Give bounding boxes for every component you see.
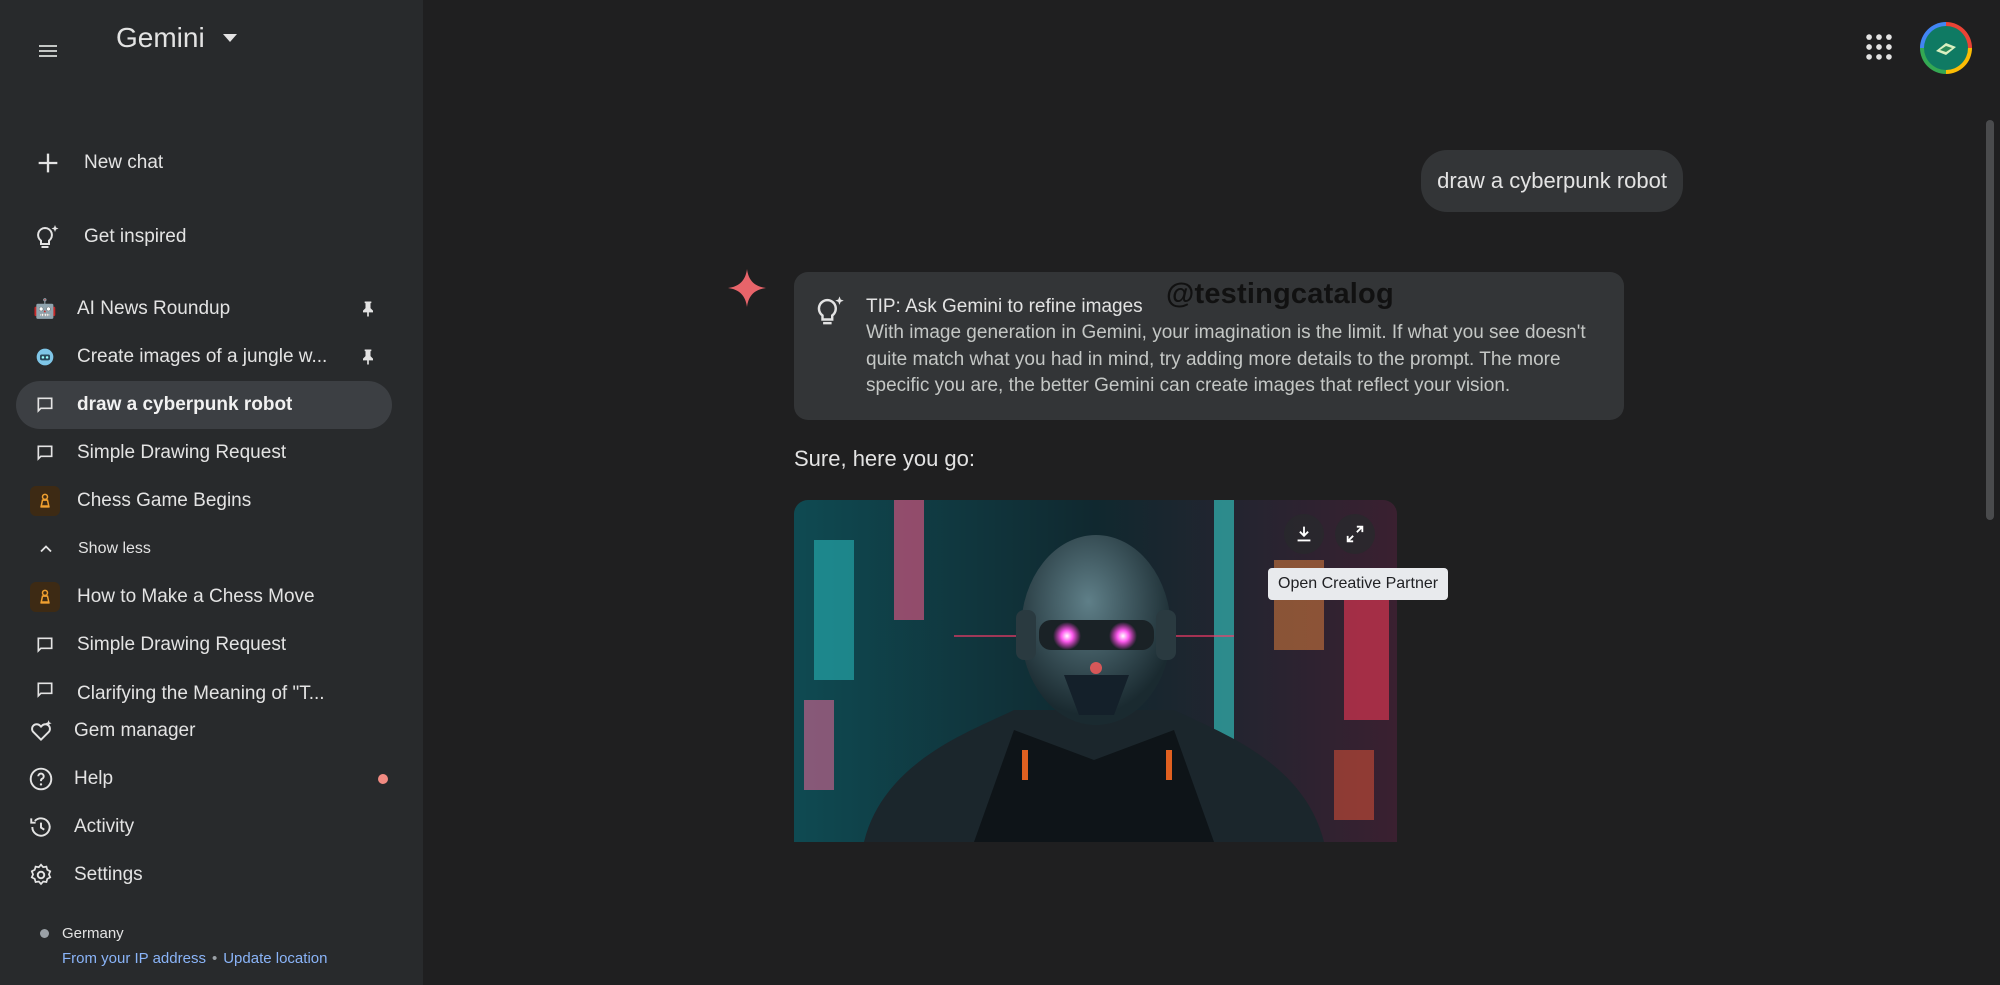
- chat-icon: [30, 675, 60, 705]
- lightbulb-sparkle-icon: [817, 296, 844, 325]
- main-menu-button[interactable]: [28, 34, 68, 68]
- app-title: Gemini: [116, 22, 205, 53]
- recent-chat-label: Chess Game Begins: [77, 490, 252, 511]
- recent-chat-item[interactable]: Create images of a jungle w...: [16, 333, 392, 381]
- tooltip: Open Creative Partner: [1268, 568, 1449, 600]
- expand-image-button[interactable]: [1335, 514, 1375, 554]
- recent-chat-item[interactable]: Clarifying the Meaning of "T...: [16, 669, 392, 705]
- gear-icon: [30, 863, 52, 886]
- chevron-up-icon: [40, 545, 52, 553]
- gem-manager-label: Gem manager: [74, 720, 196, 741]
- recent-chat-label: Simple Drawing Request: [77, 442, 287, 463]
- help-icon: [29, 767, 53, 791]
- chess-pawn-icon: [30, 486, 60, 516]
- sidebar: Gemini New chat Get inspired 🤖 AI News R…: [0, 0, 423, 985]
- settings-label: Settings: [74, 864, 143, 885]
- lightbulb-sparkle-icon: [28, 217, 68, 257]
- robot-face-emoji-icon: [30, 342, 60, 372]
- chat-icon: [30, 630, 60, 660]
- recent-chat-label: Create images of a jungle w...: [77, 346, 328, 367]
- recent-chat-label: How to Make a Chess Move: [77, 586, 315, 607]
- notification-dot: [378, 774, 388, 784]
- pin-icon[interactable]: [358, 299, 378, 319]
- recent-chat-label: Simple Drawing Request: [77, 634, 287, 655]
- response-text: Sure, here you go:: [794, 446, 976, 471]
- caret-down-icon: [222, 34, 237, 42]
- generated-image[interactable]: [794, 500, 1397, 842]
- download-image-button[interactable]: [1284, 514, 1324, 554]
- recent-chat-label: draw a cyberpunk robot: [77, 394, 293, 415]
- chat-icon: [30, 438, 60, 468]
- pin-icon[interactable]: [358, 347, 378, 367]
- new-chat-button[interactable]: New chat: [28, 143, 163, 183]
- new-chat-label: New chat: [84, 152, 164, 173]
- recent-chat-label: AI News Roundup: [77, 298, 231, 319]
- get-inspired-button[interactable]: Get inspired: [28, 217, 186, 257]
- scrollbar-thumb[interactable]: [1986, 120, 1994, 520]
- robot-emoji-icon: 🤖: [33, 299, 57, 320]
- recent-chat-item[interactable]: How to Make a Chess Move: [16, 573, 392, 621]
- show-less-button[interactable]: Show less: [16, 525, 392, 573]
- history-icon: [30, 817, 51, 837]
- model-switcher[interactable]: Gemini: [116, 22, 237, 54]
- gemini-sparkle-icon: [728, 269, 766, 307]
- sidebar-bottom-nav: Gem manager Help Activity Settings: [28, 707, 398, 899]
- location-info: Germany From your IP address • Update loca…: [40, 925, 327, 967]
- plus-icon: [28, 143, 68, 183]
- user-prompt-bubble: draw a cyberpunk robot: [1421, 150, 1683, 212]
- recent-chats: 🤖 AI News Roundup Create images of a jun…: [16, 285, 392, 705]
- get-inspired-label: Get inspired: [84, 226, 187, 247]
- help-label: Help: [74, 768, 114, 789]
- activity-button[interactable]: Activity: [28, 803, 398, 851]
- update-location-link[interactable]: Update location: [223, 950, 327, 967]
- settings-button[interactable]: Settings: [28, 851, 398, 899]
- hamburger-menu-icon: [39, 45, 57, 57]
- location-source-link[interactable]: From your IP address: [62, 950, 206, 967]
- recent-chat-item[interactable]: Chess Game Begins: [16, 477, 392, 525]
- location-dot: [40, 929, 49, 938]
- recent-chat-item-active[interactable]: draw a cyberpunk robot: [16, 381, 392, 429]
- chat-icon: [30, 390, 60, 420]
- recent-chat-item[interactable]: 🤖 AI News Roundup: [16, 285, 392, 333]
- show-less-label: Show less: [78, 540, 151, 557]
- apps-grid-icon[interactable]: [1862, 30, 1896, 64]
- tip-body: With image generation in Gemini, your im…: [866, 322, 1586, 396]
- heart-sparkle-icon: [31, 720, 52, 742]
- watermark-text: @testingcatalog: [1166, 278, 1394, 310]
- expand-icon: [1346, 525, 1364, 543]
- tip-title: TIP: Ask Gemini to refine images: [866, 296, 1143, 317]
- activity-label: Activity: [74, 816, 135, 837]
- avatar-image: [1924, 26, 1968, 70]
- chess-pawn-icon: [30, 582, 60, 612]
- gem-manager-button[interactable]: Gem manager: [28, 707, 398, 755]
- help-button[interactable]: Help: [28, 755, 398, 803]
- location-separator: •: [211, 950, 218, 967]
- recent-chat-item[interactable]: Simple Drawing Request: [16, 621, 392, 669]
- account-avatar[interactable]: [1920, 22, 1972, 74]
- download-icon: [1297, 526, 1311, 542]
- recent-chat-label: Clarifying the Meaning of "T...: [77, 683, 325, 704]
- recent-chat-item[interactable]: Simple Drawing Request: [16, 429, 392, 477]
- location-country: Germany: [62, 925, 124, 942]
